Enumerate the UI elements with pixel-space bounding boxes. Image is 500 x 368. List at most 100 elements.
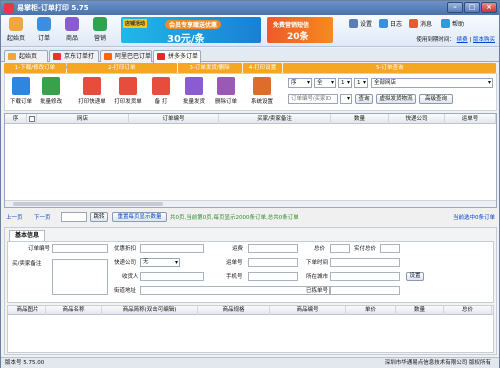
filter-select-2[interactable]: 1: [354, 78, 368, 88]
home-icon: [8, 53, 16, 60]
next-page-link[interactable]: 下一页: [34, 213, 51, 221]
prev-page-link[interactable]: 上一页: [6, 213, 23, 221]
discount-field[interactable]: [140, 244, 204, 253]
log-button[interactable]: 日志: [379, 19, 402, 28]
promo-banner-sms[interactable]: 免费营销短信 20条: [267, 17, 333, 43]
search-type-select[interactable]: [340, 94, 352, 104]
product-grid[interactable]: 商品图片 商品名称 商品简称(双击可编辑) 商品规格 商品编号 单价 数量 总价: [7, 305, 494, 353]
setup-button[interactable]: 设置: [406, 272, 424, 281]
printer-icon: [119, 77, 137, 95]
selected-count: 当前选中0条订单: [453, 215, 495, 221]
pager: 上一页 下一页 跳转 重置每页显示数量 共0页,当前第0页,每页显示2000条订…: [4, 212, 497, 223]
log-icon: [379, 19, 388, 28]
batch-ship-button[interactable]: 批量发货: [181, 77, 207, 105]
app-icon: [4, 3, 14, 13]
tab-start[interactable]: 起始页: [4, 50, 48, 62]
download-orders-button[interactable]: 下载订单: [8, 77, 34, 105]
section-query: 5-订单查询: [283, 63, 497, 73]
minimize-button[interactable]: –: [447, 2, 463, 13]
jump-button[interactable]: 跳转: [90, 212, 108, 222]
query-button[interactable]: 查询: [355, 94, 373, 104]
status-bar: 版本号 5.75.00 深圳市华通易点信息技术有限公司 版权所有: [1, 357, 499, 368]
print-invoice-button[interactable]: 打印发货单: [111, 77, 145, 105]
advanced-query-button[interactable]: 高级查询: [419, 94, 453, 104]
jd-icon: [53, 53, 61, 60]
settings-icon: [349, 19, 358, 28]
close-button[interactable]: ×: [481, 2, 497, 13]
remark-field[interactable]: [52, 259, 108, 295]
address-field[interactable]: [140, 286, 330, 295]
waybill-field[interactable]: [248, 258, 298, 267]
goods-icon: [65, 17, 79, 31]
promo-banner-coupon[interactable]: 店铺活动 会员专享赠送优惠 30元/条: [121, 17, 261, 45]
marketing-button[interactable]: 营销: [89, 17, 111, 42]
tab-alibaba[interactable]: 阿里巴巴订单: [100, 50, 152, 62]
message-icon: [409, 19, 418, 28]
order-icon: [37, 17, 51, 31]
order-no-field[interactable]: [52, 244, 108, 253]
message-button[interactable]: 消息: [409, 19, 432, 28]
grid-horizontal-scrollbar[interactable]: [5, 200, 496, 207]
delete-order-button[interactable]: 删除订单: [213, 77, 239, 105]
section-print-settings: 4-打印设置: [242, 63, 283, 73]
backup-print-button[interactable]: 备 打: [148, 77, 174, 105]
express-select[interactable]: 无: [140, 258, 180, 267]
buy-version-link[interactable]: 版本购买: [473, 37, 495, 43]
action-ribbon: 下载订单 批量修改 打印快递单 打印发货单 备 打 批量发货 删除订单 系统设置…: [4, 73, 497, 111]
download-icon: [12, 77, 30, 95]
tab-jd[interactable]: 京东订单打印: [49, 50, 99, 71]
order-time-field[interactable]: [330, 258, 400, 267]
settings-button[interactable]: 设置: [349, 19, 372, 28]
virtual-ship-button[interactable]: 虚拟发货物流: [376, 94, 416, 104]
section-print: 2-打印订单: [66, 63, 177, 73]
shop-select[interactable]: 全部网店: [371, 78, 493, 88]
start-page-button[interactable]: 起始页: [5, 17, 27, 42]
product-grid-header: 商品图片 商品名称 商品简称(双击可编辑) 商品规格 商品编号 单价 数量 总价: [8, 306, 493, 315]
version-label: 版本号 5.75.00: [5, 360, 45, 366]
gear-icon: [253, 77, 271, 95]
section-headers: 1-下载/修改订单 2-打印订单 3-订单发货/删除 4-打印设置 5-订单查询: [4, 63, 497, 73]
page-number-input[interactable]: [61, 212, 87, 222]
alibaba-icon: [104, 53, 112, 60]
select-all-checkbox[interactable]: [27, 114, 37, 124]
total-field[interactable]: [330, 244, 350, 253]
section-download: 1-下载/修改订单: [4, 63, 66, 73]
paid-field[interactable]: [380, 244, 400, 253]
order-search-input[interactable]: [288, 94, 338, 104]
order-grid-header: 序 网店 订单编号 买家/卖家备注 数量 快递公司 运单号: [5, 114, 496, 124]
edit-icon: [42, 77, 60, 95]
receiver-field[interactable]: [140, 272, 204, 281]
orders-button[interactable]: 订单: [33, 17, 55, 42]
page-size-button[interactable]: 重置每页显示数量: [112, 212, 167, 222]
delete-icon: [217, 77, 235, 95]
filter-select-1[interactable]: 1: [338, 78, 352, 88]
help-button[interactable]: 帮助: [441, 19, 464, 28]
window-title: 易掌柜-订单打印 5.75: [17, 4, 89, 12]
order-detail-form: 订单编号 买/卖家备注 优惠折扣 快递公司 无 收货人 街道地址 运费 运单号 …: [7, 241, 494, 303]
maximize-button[interactable]: □: [464, 2, 480, 13]
scroll-thumb[interactable]: [13, 202, 163, 206]
marketing-icon: [93, 17, 107, 31]
printer-icon: [83, 77, 101, 95]
home-icon: [9, 17, 23, 31]
city-field[interactable]: [330, 272, 400, 281]
sort-select[interactable]: 序: [288, 78, 312, 88]
tab-basic-info[interactable]: 基本信息: [9, 230, 46, 241]
picked-no-field[interactable]: [330, 286, 400, 295]
tab-pinduoduo[interactable]: 拼多多订单: [153, 50, 201, 63]
copyright-label: 深圳市华通易点信息技术有限公司 版权所有: [384, 360, 491, 366]
system-settings-button[interactable]: 系统设置: [249, 77, 275, 105]
order-grid[interactable]: 序 网店 订单编号 买家/卖家备注 数量 快递公司 运单号: [4, 113, 497, 208]
batch-edit-button[interactable]: 批量修改: [38, 77, 64, 105]
print-express-button[interactable]: 打印快递单: [75, 77, 109, 105]
section-ship: 3-订单发货/删除: [177, 63, 242, 73]
title-bar: 易掌柜-订单打印 5.75 – □ ×: [1, 1, 499, 15]
app-window: 易掌柜-订单打印 5.75 – □ × 起始页 订单 商品 营销 店铺活动 会员…: [0, 0, 500, 368]
freight-field[interactable]: [248, 244, 298, 253]
renew-link[interactable]: 续费: [457, 37, 468, 43]
platform-tabs: 起始页 京东订单打印 阿里巴巴订单 拼多多订单: [1, 48, 499, 71]
phone-field[interactable]: [248, 272, 298, 281]
scope-select[interactable]: 全: [314, 78, 336, 88]
goods-button[interactable]: 商品: [61, 17, 83, 42]
user-expiry: 使用到期时间： 续费 | 版本购买: [416, 37, 495, 43]
